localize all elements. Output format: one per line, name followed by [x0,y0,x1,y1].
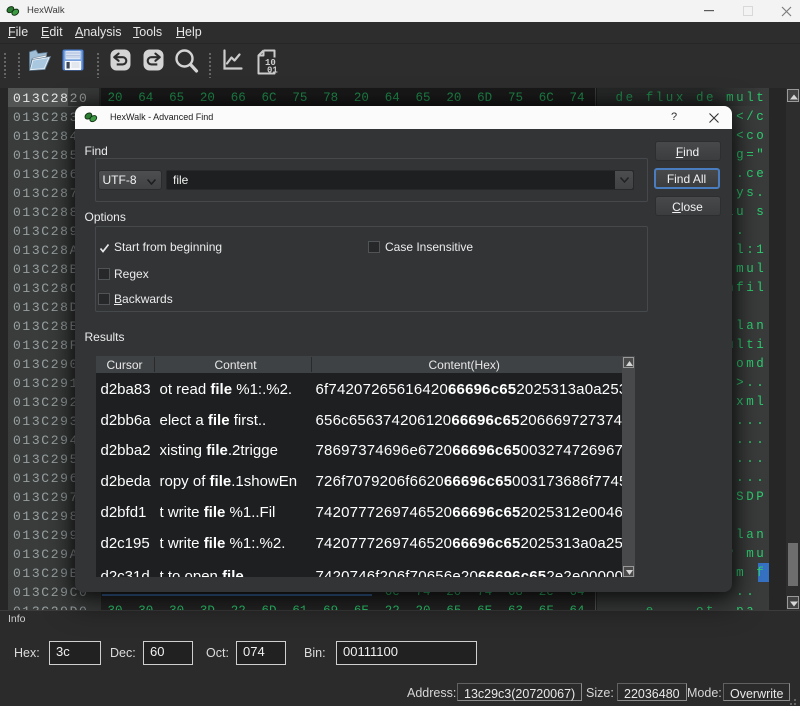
svg-text:01: 01 [267,65,278,75]
